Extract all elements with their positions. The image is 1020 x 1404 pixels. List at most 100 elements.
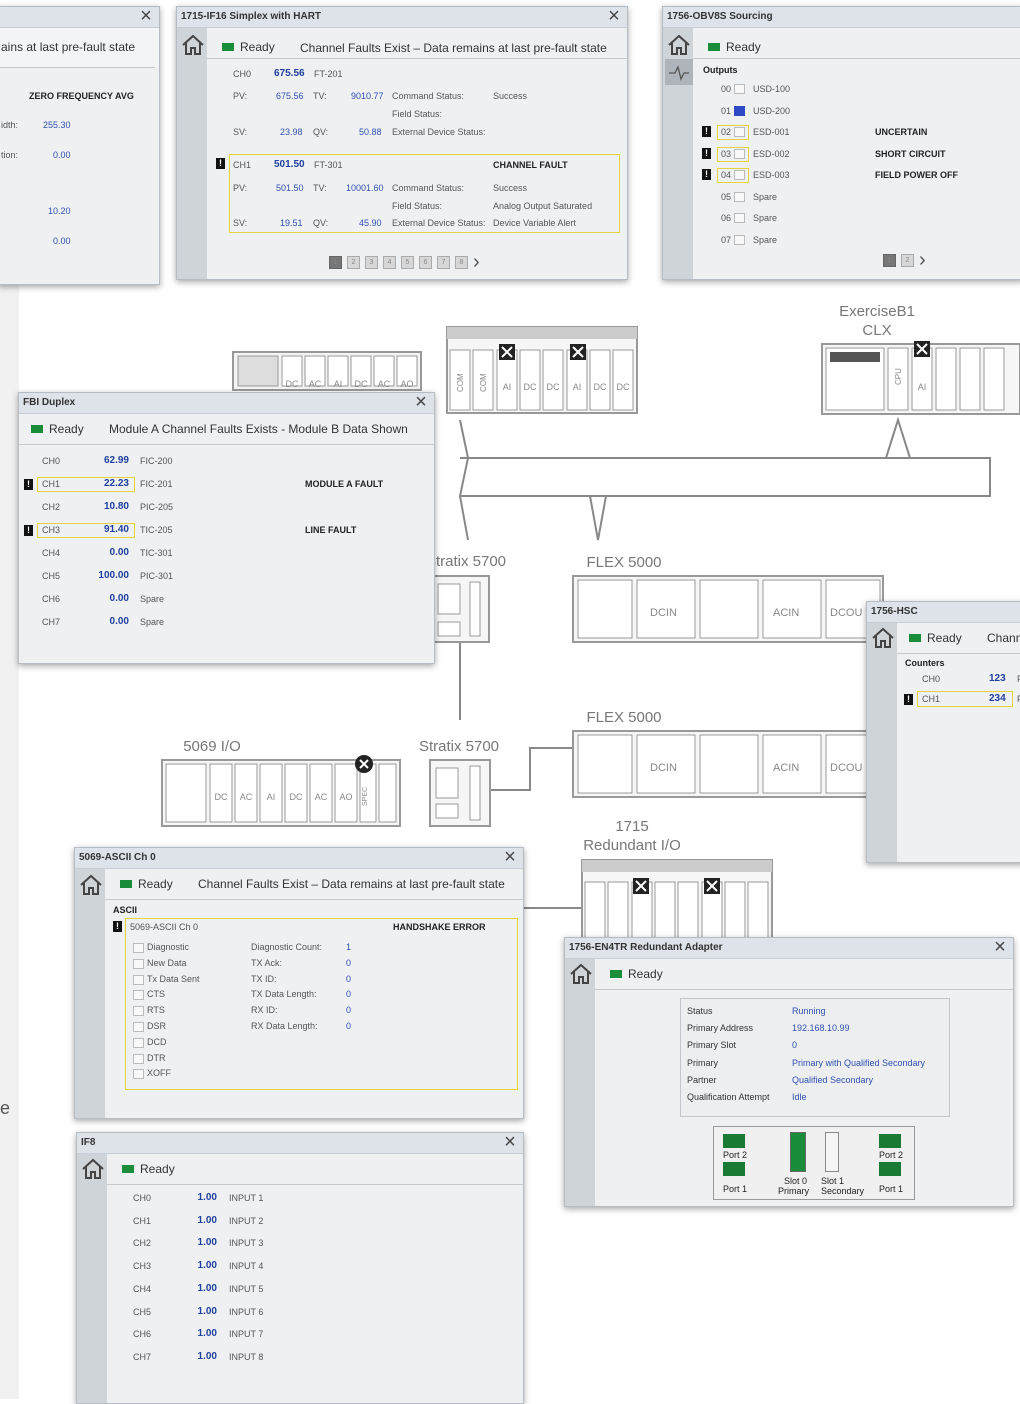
home-icon[interactable]: [181, 34, 205, 56]
output-tag: ESD-003: [753, 170, 790, 180]
channel-value: 91.40: [103, 524, 129, 535]
close-icon[interactable]: ×: [412, 392, 430, 412]
close-icon[interactable]: ×: [501, 1132, 519, 1152]
close-icon[interactable]: ×: [991, 937, 1009, 957]
close-icon[interactable]: ×: [501, 847, 519, 867]
channel-tag: INPUT 3: [229, 1238, 264, 1249]
channel-value: 0.00: [109, 616, 129, 627]
channel-number: 06: [721, 213, 732, 223]
home-icon[interactable]: [667, 34, 691, 56]
svg-text:AO: AO: [400, 379, 413, 389]
home-icon[interactable]: [871, 627, 895, 649]
channel-value: 1.00: [197, 1328, 217, 1340]
channel-row[interactable]: ! CH1 22.23 FIC-201 MODULE A FAULT: [19, 476, 429, 492]
status-label: Primary Slot: [687, 1040, 737, 1051]
channel-label: CH0: [42, 456, 61, 466]
close-icon[interactable]: ×: [137, 6, 155, 26]
fault-text: LINE FAULT: [305, 525, 357, 535]
port-icon: [879, 1162, 901, 1176]
page-button[interactable]: 6: [419, 256, 432, 269]
fault-icon: !: [702, 126, 711, 137]
status-text: Ready: [628, 967, 663, 981]
channel-tag: Spare: [140, 594, 165, 604]
page-button[interactable]: 3: [365, 256, 378, 269]
stat-label: TX Data Length:: [251, 989, 317, 1000]
channel-tag: TIC-205: [140, 525, 173, 535]
svg-text:COM: COM: [456, 373, 465, 392]
svg-text:DCIN: DCIN: [650, 607, 677, 619]
channel-row[interactable]: CH6 0.00 Spare: [19, 591, 429, 607]
channel-row[interactable]: CH5 1.00 INPUT 6: [117, 1305, 417, 1321]
output-tag: Spare: [753, 213, 778, 223]
svg-text:DC: DC: [524, 382, 537, 392]
next-page-icon[interactable]: ›: [919, 249, 926, 271]
home-icon[interactable]: [81, 1158, 105, 1180]
page-button[interactable]: 8: [455, 256, 468, 269]
output-row[interactable]: 00 USD-100: [663, 82, 993, 98]
faceplate-title: 5069-ASCII Ch 0: [75, 848, 523, 869]
section-title: ASCII: [113, 905, 138, 915]
channel-row[interactable]: CH0 1.00 INPUT 1: [117, 1191, 417, 1207]
status-label: Status: [687, 1006, 713, 1016]
flag-label: Diagnostic: [147, 942, 190, 952]
page-button[interactable]: 4: [383, 256, 396, 269]
svg-text:AC: AC: [240, 792, 253, 802]
next-page-icon[interactable]: ›: [473, 251, 480, 273]
svg-text:AI: AI: [918, 382, 927, 392]
channel-row[interactable]: CH2 1.00 INPUT 3: [117, 1236, 417, 1252]
channel-row[interactable]: CH4 1.00 INPUT 5: [117, 1282, 417, 1298]
flag-checkbox: [133, 1022, 144, 1032]
channel-row[interactable]: CH5 100.00 PIC-301: [19, 568, 429, 584]
channel-label: CH1: [42, 479, 61, 489]
status-indicator: [120, 880, 132, 888]
channel-row[interactable]: CH7 1.00 INPUT 8: [117, 1350, 417, 1366]
page-button[interactable]: 5: [401, 256, 414, 269]
channel-value: 0.00: [109, 547, 129, 558]
close-icon[interactable]: ×: [605, 6, 623, 26]
output-row[interactable]: ! 03 ESD-002 SHORT CIRCUIT: [663, 146, 993, 163]
fault-icon: !: [113, 921, 122, 932]
channel-value: 100.00: [98, 570, 129, 581]
svg-text:SPEC: SPEC: [362, 787, 369, 806]
fault-icon: !: [216, 158, 225, 169]
output-row[interactable]: 01 USD-200: [663, 104, 993, 120]
output-row[interactable]: 06 Spare: [663, 211, 993, 227]
page-button[interactable]: 2: [901, 254, 914, 267]
page-button[interactable]: 1: [883, 254, 896, 267]
output-row[interactable]: 07 Spare: [663, 233, 993, 249]
svg-text:COM: COM: [479, 373, 488, 392]
rack-top-center: AI DC DC AI DC DC COM COM: [446, 326, 638, 414]
channel-row[interactable]: CH3 1.00 INPUT 4: [117, 1259, 417, 1275]
output-row[interactable]: ! 04 ESD-003 FIELD POWER OFF: [663, 168, 993, 184]
switch-stratix-bottom: Stratix 5700: [419, 738, 499, 827]
partial-title: ZERO FREQUENCY AVG: [29, 91, 134, 101]
faceplate-title: IF8: [77, 1133, 523, 1154]
channel-row[interactable]: CH6 1.00 INPUT 7: [117, 1327, 417, 1343]
channel-row[interactable]: ! CH3 91.40 TIC-205 LINE FAULT: [19, 522, 429, 538]
status-message: Chann: [987, 631, 1020, 645]
page-button[interactable]: 7: [437, 256, 450, 269]
output-row[interactable]: ! 02 ESD-001 UNCERTAIN: [663, 125, 993, 141]
page-button[interactable]: 1: [329, 256, 342, 269]
channel-row[interactable]: CH2 10.80 PIC-205: [19, 499, 429, 515]
svg-text:Redundant I/O: Redundant I/O: [583, 837, 681, 854]
home-icon[interactable]: [569, 963, 593, 985]
channel-row[interactable]: CH4 0.00 TIC-301: [19, 545, 429, 561]
section-title: Outputs: [703, 65, 738, 75]
status-indicator: [122, 1165, 134, 1173]
output-tag: USD-200: [753, 105, 791, 116]
port-icon: [879, 1134, 901, 1148]
channel-row[interactable]: CH0 62.99 FIC-200: [19, 453, 429, 469]
svg-text:DC: DC: [215, 792, 228, 802]
page-button[interactable]: 2: [347, 256, 360, 269]
status-text: Ready: [240, 40, 275, 54]
faceplate-1756-obv8s: 1756-OBV8S Sourcing Ready Outputs 00 USD-…: [662, 6, 1020, 280]
home-icon[interactable]: [79, 874, 103, 896]
output-row[interactable]: 05 Spare: [663, 190, 993, 206]
channel-label: CH1: [133, 1215, 152, 1226]
port-icon: [723, 1134, 745, 1148]
channel-number: 00: [721, 84, 732, 94]
channel-row[interactable]: CH1 1.00 INPUT 2: [117, 1214, 417, 1230]
channel-row[interactable]: CH7 0.00 Spare: [19, 614, 429, 630]
flag-label: RTS: [147, 1005, 165, 1016]
